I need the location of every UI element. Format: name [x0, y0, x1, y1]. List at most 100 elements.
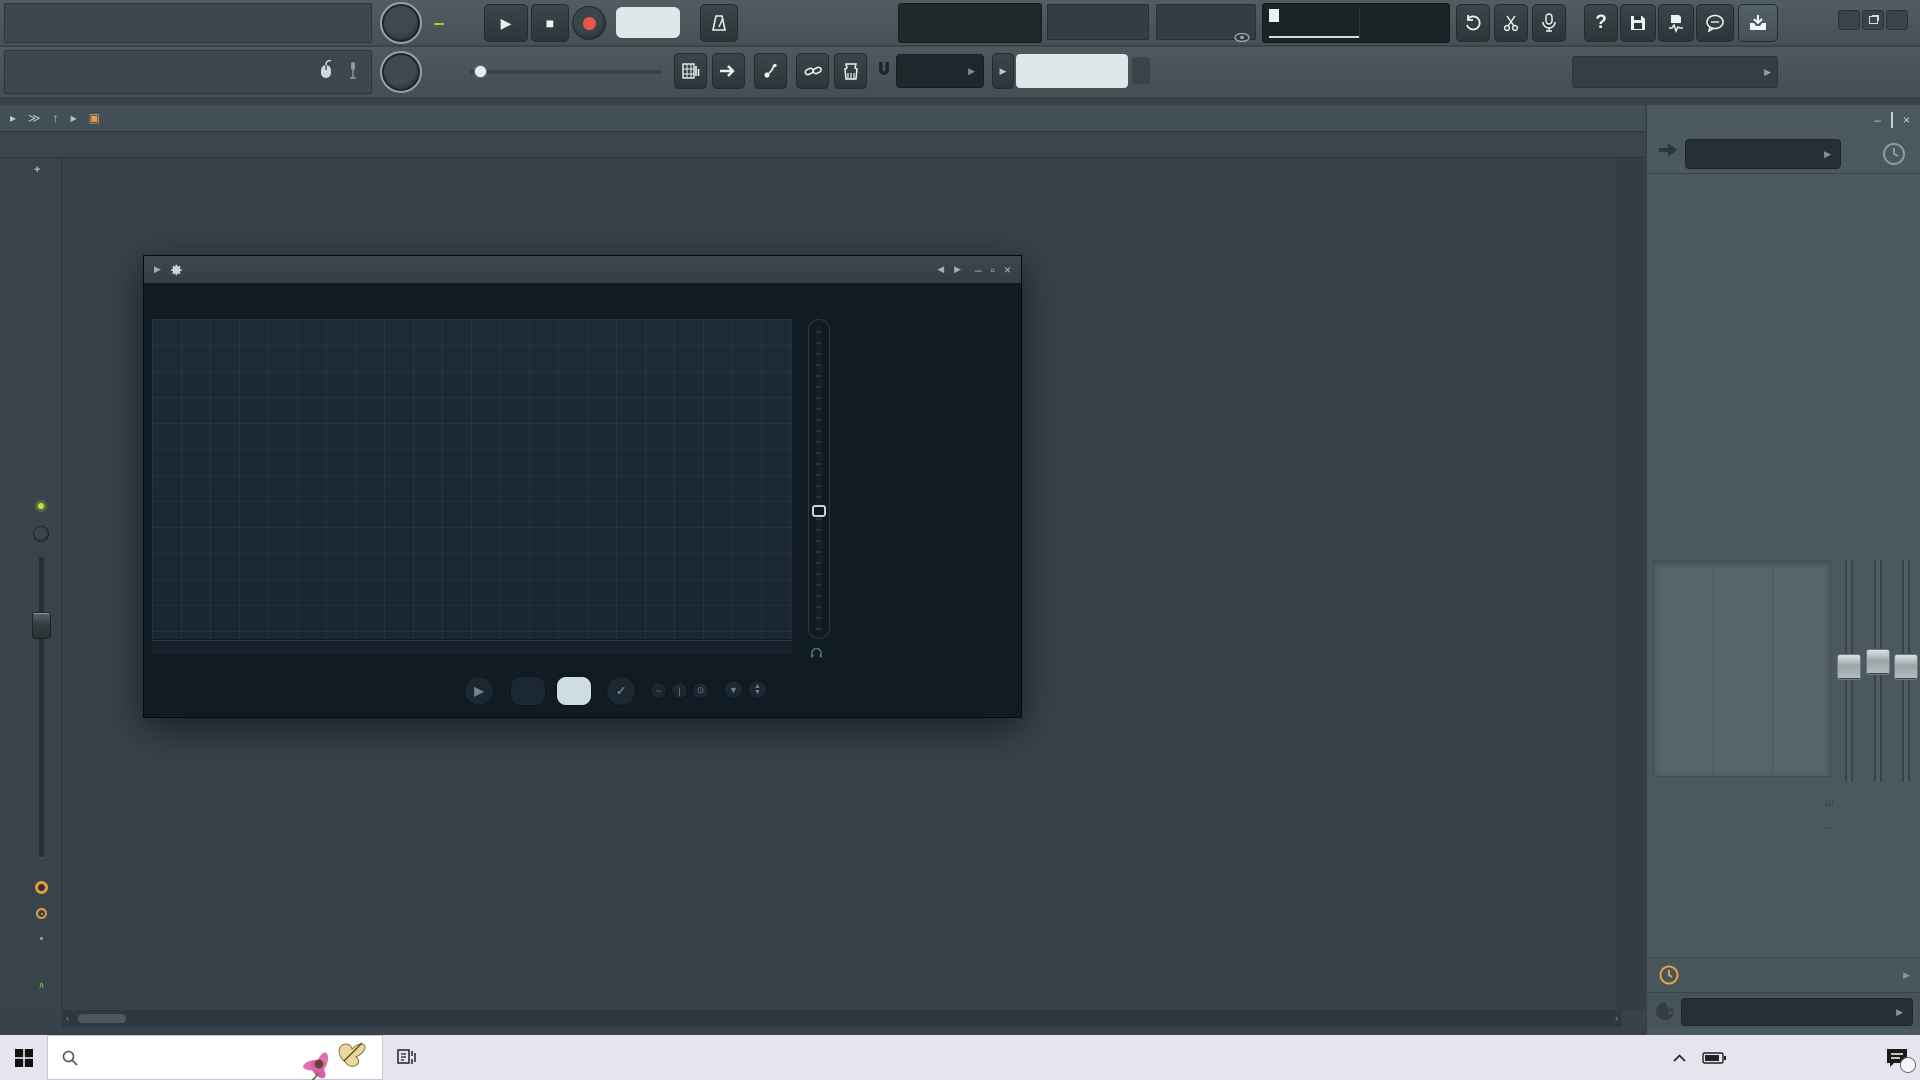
slide-note-icon: [763, 63, 779, 79]
rack-title-bar[interactable]: – ×: [1647, 105, 1920, 135]
undo-button[interactable]: [1456, 4, 1490, 42]
rack-fader-handle-mid[interactable]: [1866, 649, 1890, 675]
plugin-close-icon[interactable]: ×: [1004, 263, 1011, 277]
bandwidth-row-icon: ш: [1825, 797, 1834, 809]
compare-down-button[interactable]: ▼: [724, 680, 743, 699]
stop-button[interactable]: ■: [531, 4, 569, 42]
plugin-menu-icon[interactable]: ▶: [154, 264, 161, 275]
chevron-right-icon: ▶: [1824, 149, 1831, 160]
close-button[interactable]: [1886, 10, 1908, 30]
start-button[interactable]: [0, 1035, 47, 1080]
scissors-icon: [1502, 14, 1520, 32]
scroll-left-icon[interactable]: ‹: [66, 1013, 69, 1023]
monitor-off-button[interactable]: −: [650, 682, 667, 699]
eq-graph[interactable]: [152, 319, 792, 639]
snap-selector[interactable]: ▶: [896, 54, 984, 88]
pattern-play-button[interactable]: ▶: [992, 53, 1014, 89]
hq-button[interactable]: [556, 676, 592, 706]
slide-notes-button[interactable]: [754, 53, 787, 89]
save-version-button[interactable]: [1658, 4, 1694, 42]
cut-button[interactable]: [1494, 4, 1528, 42]
metronome-button[interactable]: [700, 4, 738, 42]
minimize-button[interactable]: [1838, 10, 1860, 30]
preset-next-icon[interactable]: ▶: [954, 264, 961, 275]
output-selector[interactable]: ▶: [1681, 998, 1913, 1026]
microphone-icon: [1541, 13, 1557, 33]
main-volume-knob[interactable]: [380, 2, 422, 44]
grid-button[interactable]: [674, 53, 707, 89]
mic-stand-icon: [347, 61, 359, 79]
mixer-play-icon[interactable]: ▸: [71, 111, 77, 125]
headphone-icon[interactable]: [810, 647, 823, 658]
pitch-knob[interactable]: [380, 51, 422, 93]
mixer-menu-icon[interactable]: ▸: [10, 111, 16, 125]
eq-plugin-window: ▶ ◀ ▶ – ▫ × ▶ ✓ − | ⊙ ▼: [143, 255, 1022, 718]
tempo-display[interactable]: [616, 7, 680, 38]
eye-icon: [1234, 33, 1250, 42]
typing-keyboard-icon: [843, 63, 859, 80]
monitor-on-button[interactable]: ⊙: [692, 682, 709, 699]
gear-icon[interactable]: [169, 263, 183, 277]
rack-restore-icon[interactable]: [1891, 113, 1893, 127]
task-view-button[interactable]: [383, 1035, 430, 1080]
rack-fader-handle-low[interactable]: [1837, 654, 1861, 680]
typing-keyboard-button[interactable]: [834, 53, 867, 89]
monitor-mid-button[interactable]: |: [671, 682, 688, 699]
export-button[interactable]: [1738, 4, 1778, 42]
eq-range-header-row: [152, 302, 792, 318]
toolbar-dropdown[interactable]: ▶: [1572, 56, 1778, 88]
chevron-right-icon: ▶: [1903, 970, 1910, 981]
cpu-panel[interactable]: [1262, 3, 1450, 43]
time-display[interactable]: [898, 3, 1042, 43]
pat-song-toggle[interactable]: [434, 3, 480, 43]
pre-icon[interactable]: [1655, 140, 1681, 162]
record-icon: [583, 17, 596, 30]
eq-level-meter[interactable]: [808, 319, 830, 639]
linear-phase-button[interactable]: [510, 676, 546, 706]
notification-badge: [1900, 1057, 1916, 1073]
help-button[interactable]: ?: [1584, 4, 1618, 42]
plugin-detach-icon[interactable]: ▫: [991, 263, 995, 277]
scroll-right-icon[interactable]: ›: [1615, 1013, 1618, 1023]
play-button[interactable]: ▶: [484, 4, 528, 42]
battery-icon[interactable]: [1696, 1035, 1732, 1080]
pattern-selector[interactable]: [1016, 54, 1128, 88]
rack-eq-display[interactable]: [1653, 560, 1831, 777]
save-wave-icon: [1667, 14, 1685, 33]
record-button[interactable]: [572, 6, 606, 40]
clock-icon[interactable]: [1882, 142, 1906, 166]
eq-frequency-scale: [152, 640, 792, 654]
mixer-scrollbar[interactable]: ‹ ›: [62, 1010, 1622, 1027]
compare-updown-button[interactable]: ▲▼: [748, 680, 767, 699]
rack-fader-handle-high[interactable]: [1894, 654, 1918, 680]
tray-expand-icon[interactable]: [1662, 1035, 1696, 1080]
plugin-minimize-icon[interactable]: –: [975, 263, 982, 277]
feedback-button[interactable]: [1696, 4, 1734, 42]
eq-title-bar[interactable]: ▶ ◀ ▶ – ▫ ×: [144, 256, 1021, 283]
song-label[interactable]: [434, 23, 444, 25]
orange-clock-icon[interactable]: [1659, 965, 1679, 985]
preset-prev-icon[interactable]: ◀: [937, 264, 944, 275]
rack-minimize-icon[interactable]: –: [1874, 113, 1881, 127]
step-edit-button[interactable]: [712, 53, 745, 89]
language-indicator[interactable]: [1732, 1035, 1774, 1080]
eq-order-button[interactable]: ▶: [464, 676, 494, 706]
add-pattern-button[interactable]: [1132, 57, 1150, 84]
secondary-toolbar: ▶ ▶ ▶: [0, 47, 1920, 98]
master-pitch-slider[interactable]: [470, 67, 662, 77]
notification-center-button[interactable]: [1874, 1035, 1920, 1080]
rack-close-icon[interactable]: ×: [1903, 113, 1910, 127]
save-button[interactable]: [1620, 4, 1656, 42]
audio-input-selector[interactable]: ▶: [1685, 139, 1841, 169]
mixer-route-icon[interactable]: ≫: [28, 111, 41, 125]
scroll-handle[interactable]: [78, 1014, 126, 1023]
restore-button[interactable]: [1862, 10, 1884, 30]
mixer-layout-icon[interactable]: ▣: [89, 111, 100, 125]
search-box[interactable]: [47, 1035, 383, 1080]
record-audio-button[interactable]: [1532, 4, 1566, 42]
mixer-up-icon[interactable]: ↑: [53, 111, 59, 125]
eq-gain-handle[interactable]: [812, 505, 826, 517]
link-button[interactable]: [796, 53, 829, 89]
eq-apply-button[interactable]: ✓: [606, 676, 636, 706]
slider-handle[interactable]: [474, 65, 487, 78]
